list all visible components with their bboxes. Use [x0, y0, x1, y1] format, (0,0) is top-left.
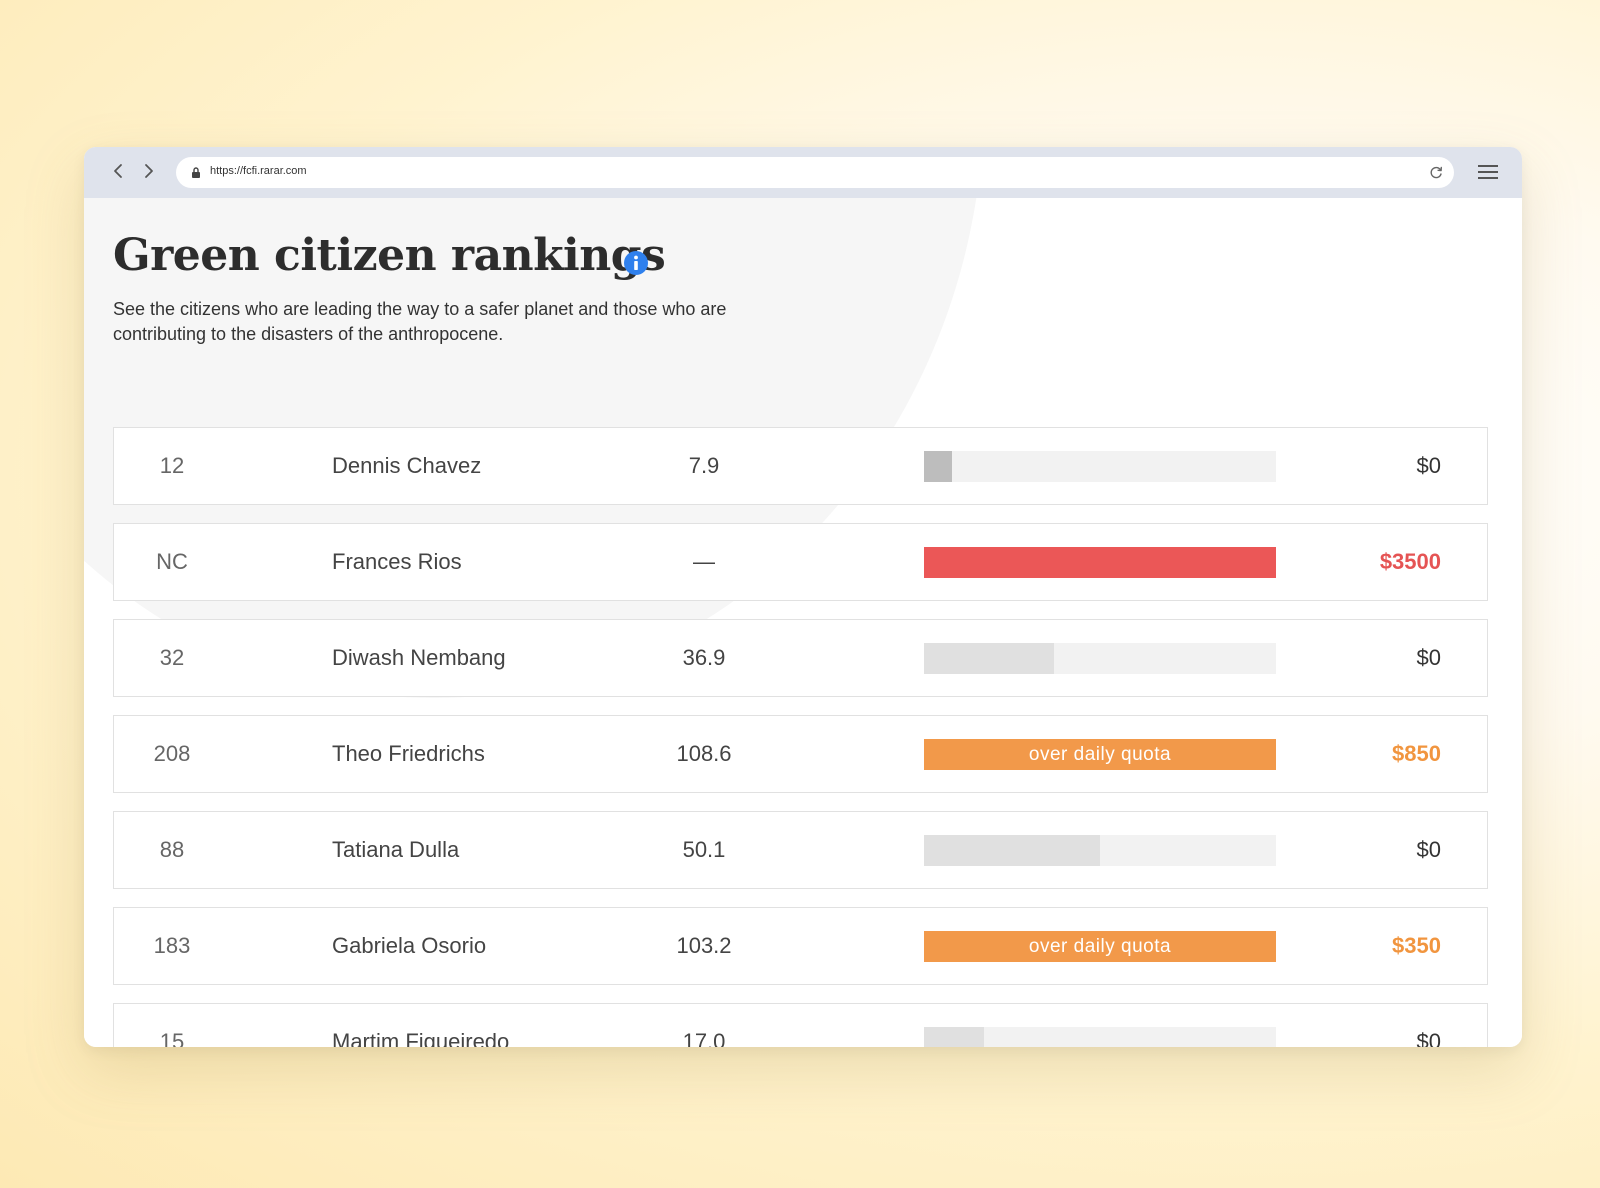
score: 17.0	[682, 1029, 726, 1047]
citizen-name: Gabriela Osorio	[332, 933, 487, 958]
fine-amount: $350	[1392, 933, 1441, 958]
citizen-name: Diwash Nembang	[332, 645, 506, 670]
usage-bar-fill	[924, 643, 1055, 674]
score: —	[693, 549, 715, 574]
usage-bar-fill	[924, 835, 1100, 866]
ranking-row[interactable]: 208 Theo Friedrichs 108.6 over daily quota $…	[113, 715, 1488, 793]
usage-bar-fill	[924, 451, 953, 482]
citizen-name: Theo Friedrichs	[332, 741, 485, 766]
info-icon[interactable]	[623, 250, 649, 276]
rank: 183	[153, 933, 191, 958]
quota-label: over daily quota	[1028, 744, 1172, 765]
fine-amount: $3500	[1379, 549, 1441, 574]
address-bar[interactable]: https://fcfi.rarar.com	[176, 157, 1454, 188]
fine-amount: $0	[1416, 1029, 1441, 1047]
usage-bar-fill	[924, 547, 1276, 578]
rank: 12	[159, 453, 185, 478]
chevron-right-icon	[145, 164, 153, 178]
page-subtitle: See the citizens who are leading the way…	[113, 299, 727, 344]
rank: NC	[156, 549, 188, 574]
page-viewport[interactable]: Green citizen rankings See the citizens …	[84, 198, 1522, 1047]
ranking-row[interactable]: NC Frances Rios — $3500	[113, 523, 1488, 601]
quota-label: over daily quota	[1028, 936, 1172, 957]
usage-bar: over daily quota	[924, 931, 1276, 962]
citizen-name: Dennis Chavez	[332, 453, 482, 478]
usage-bar	[924, 451, 1276, 482]
citizen-name: Martim Figueiredo	[332, 1029, 510, 1047]
citizen-name: Tatiana Dulla	[332, 837, 460, 862]
usage-bar	[924, 643, 1276, 674]
page-title: Green citizen rankings	[113, 230, 666, 281]
fine-amount: $850	[1392, 741, 1441, 766]
rank: 15	[159, 1029, 185, 1047]
usage-bar-fill	[924, 1027, 984, 1047]
fine-amount: $0	[1416, 645, 1441, 670]
score: 36.9	[682, 645, 726, 670]
back-button[interactable]	[106, 159, 130, 183]
fine-amount: $0	[1416, 453, 1441, 478]
usage-bar	[924, 547, 1276, 578]
forward-button[interactable]	[137, 159, 161, 183]
score: 7.9	[688, 453, 720, 478]
score: 103.2	[676, 933, 732, 958]
ranking-row[interactable]: 15 Martim Figueiredo 17.0 $0	[113, 1003, 1488, 1047]
score: 50.1	[682, 837, 726, 862]
ranking-row[interactable]: 12 Dennis Chavez 7.9 $0	[113, 427, 1488, 505]
browser-window: https://fcfi.rarar.com Green citizen ran…	[84, 147, 1522, 1047]
reload-icon[interactable]	[1429, 165, 1444, 180]
ranking-row[interactable]: 32 Diwash Nembang 36.9 $0	[113, 619, 1488, 697]
rank: 32	[159, 645, 185, 670]
rank: 208	[153, 741, 191, 766]
usage-bar: over daily quota	[924, 739, 1276, 770]
ranking-row[interactable]: 88 Tatiana Dulla 50.1 $0	[113, 811, 1488, 889]
usage-bar	[924, 835, 1276, 866]
citizen-name: Frances Rios	[332, 549, 462, 574]
fine-amount: $0	[1416, 837, 1441, 862]
lock-icon	[192, 167, 200, 178]
hamburger-menu-icon[interactable]	[1476, 161, 1500, 183]
usage-bar	[924, 1027, 1276, 1047]
rank: 88	[159, 837, 185, 862]
score: 108.6	[676, 741, 732, 766]
ranking-row[interactable]: 183 Gabriela Osorio 103.2 over daily quota $…	[113, 907, 1488, 985]
url-text: https://fcfi.rarar.com	[210, 165, 307, 177]
chevron-left-icon	[114, 164, 122, 178]
browser-toolbar: https://fcfi.rarar.com	[84, 147, 1522, 198]
rankings-list: 12 Dennis Chavez 7.9 $0 NC Frances Rios — $3500…	[113, 427, 1488, 1047]
